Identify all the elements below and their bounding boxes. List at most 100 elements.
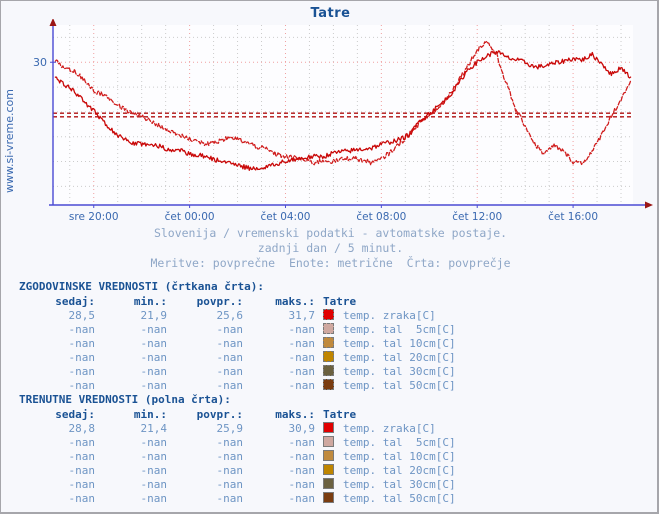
cell-min: -nan — [140, 337, 168, 350]
column-header-povpr: povpr.: — [196, 407, 243, 421]
column-header-maks: maks.: — [275, 407, 315, 421]
series-color-icon — [322, 464, 334, 475]
temperature-line-chart: 30 sre 20:00 čet 00:00 čet 04:00 čet 08:00 č… — [33, 19, 653, 223]
cell-povpr: 25,6 — [216, 309, 244, 322]
cell-min: 21,9 — [140, 309, 168, 322]
cell-min: -nan — [140, 464, 168, 477]
legend-swatch — [315, 464, 341, 478]
cell-povpr: -nan — [216, 337, 244, 350]
cell-sedaj: 28,5 — [68, 309, 96, 322]
table-row: 28,8 21,4 25,9 30,9 temp. zraka[C] — [19, 422, 523, 436]
legend-label: temp. tal 30cm[C] — [343, 365, 456, 378]
column-header-min: min.: — [133, 407, 167, 421]
table-row: -nan -nan -nan -nan temp. tal 50cm[C] — [19, 379, 523, 393]
legend-label: temp. tal 5cm[C] — [343, 436, 456, 449]
caption-line-2: zadnji dan / 5 minut. — [257, 241, 404, 255]
x-tick-label: čet 16:00 — [548, 211, 598, 223]
x-tick-label: čet 00:00 — [165, 211, 215, 223]
table-header-row: sedaj: min.: povpr.: maks.: Tatre — [19, 294, 523, 309]
legend-swatch — [315, 323, 341, 337]
cell-sedaj: -nan — [68, 323, 96, 336]
cell-min: -nan — [140, 436, 168, 449]
legend-label: temp. tal 20cm[C] — [343, 351, 456, 364]
cell-povpr: -nan — [216, 351, 244, 364]
cell-maks: -nan — [288, 337, 316, 350]
cell-povpr: -nan — [216, 323, 244, 336]
legend-label: temp. tal 50cm[C] — [343, 492, 456, 505]
cell-sedaj: -nan — [68, 464, 96, 477]
cell-povpr: -nan — [216, 478, 244, 491]
legend-label: temp. tal 50cm[C] — [343, 379, 456, 392]
column-header-sedaj: sedaj: — [55, 407, 95, 421]
cell-min: -nan — [140, 365, 168, 378]
cell-povpr: -nan — [216, 464, 244, 477]
table-row: -nan -nan -nan -nan temp. tal 50cm[C] — [19, 492, 523, 506]
series-color-icon — [322, 450, 334, 461]
x-axis-tick-labels: sre 20:00 čet 00:00 čet 04:00 čet 08:00 čet … — [69, 211, 598, 223]
current-values-table: sedaj: min.: povpr.: maks.: Tatre 28,8 21… — [19, 407, 523, 506]
table-row: -nan -nan -nan -nan temp. tal 20cm[C] — [19, 464, 523, 478]
legend-swatch — [315, 478, 341, 492]
cell-maks: -nan — [288, 436, 316, 449]
table-row: -nan -nan -nan -nan temp. tal 30cm[C] — [19, 365, 523, 379]
cell-sedaj: -nan — [68, 450, 96, 463]
table-row: -nan -nan -nan -nan temp. tal 5cm[C] — [19, 436, 523, 450]
cell-maks: -nan — [288, 365, 316, 378]
legend-swatch — [315, 351, 341, 365]
cell-povpr: -nan — [216, 492, 244, 505]
cell-maks: -nan — [288, 323, 316, 336]
table-row: -nan -nan -nan -nan temp. tal 20cm[C] — [19, 351, 523, 365]
historical-values-heading: ZGODOVINSKE VREDNOSTI (črtkana črta): — [19, 280, 265, 293]
cell-min: -nan — [140, 379, 168, 392]
table-row: -nan -nan -nan -nan temp. tal 10cm[C] — [19, 337, 523, 351]
cell-min: -nan — [140, 351, 168, 364]
y-axis-tick-labels: 30 — [33, 56, 47, 69]
series-color-icon — [322, 478, 334, 489]
series-color-icon — [322, 436, 334, 447]
chart-caption: Slovenija / vremenski podatki - avtomats… — [1, 226, 657, 271]
series-color-icon — [322, 337, 334, 348]
column-header-sedaj: sedaj: — [55, 294, 95, 308]
column-header-povpr: povpr.: — [196, 294, 243, 308]
chart-plot-area: 30 sre 20:00 čet 00:00 čet 04:00 čet 08:00 č… — [1, 19, 657, 224]
cell-povpr: -nan — [216, 379, 244, 392]
screenshot-root: Tatre www.si-vreme.com 30 sre 20:00 čet 0… — [0, 0, 659, 514]
cell-sedaj: -nan — [68, 365, 96, 378]
cell-maks: -nan — [288, 492, 316, 505]
cell-min: -nan — [140, 323, 168, 336]
current-values-block: TRENUTNE VREDNOSTI (polna črta): sedaj: … — [19, 393, 639, 506]
legend-swatch — [315, 436, 341, 450]
cell-povpr: 25,9 — [216, 422, 244, 435]
table-row: -nan -nan -nan -nan temp. tal 10cm[C] — [19, 450, 523, 464]
historical-table-body: 28,5 21,9 25,6 31,7 temp. zraka[C] -nan -nan -n… — [19, 309, 523, 393]
column-header-min: min.: — [133, 294, 167, 308]
cell-maks: 31,7 — [288, 309, 316, 322]
legend-label: temp. tal 5cm[C] — [343, 323, 456, 336]
table-row: 28,5 21,9 25,6 31,7 temp. zraka[C] — [19, 309, 523, 323]
legend-swatch — [315, 450, 341, 464]
legend-swatch — [315, 365, 341, 379]
table-row: -nan -nan -nan -nan temp. tal 5cm[C] — [19, 323, 523, 337]
x-tick-label: čet 04:00 — [261, 211, 311, 223]
cell-sedaj: -nan — [68, 379, 96, 392]
cell-povpr: -nan — [216, 365, 244, 378]
legend-label: temp. zraka[C] — [343, 422, 436, 435]
cell-sedaj: -nan — [68, 337, 96, 350]
legend-swatch — [315, 492, 341, 506]
legend-label: temp. tal 20cm[C] — [343, 464, 456, 477]
cell-maks: -nan — [288, 450, 316, 463]
cell-min: -nan — [140, 478, 168, 491]
cell-sedaj: -nan — [68, 436, 96, 449]
legend-swatch — [315, 422, 341, 436]
cell-maks: -nan — [288, 379, 316, 392]
cell-min: -nan — [140, 450, 168, 463]
legend-swatch — [315, 379, 341, 393]
cell-maks: -nan — [288, 351, 316, 364]
current-values-heading: TRENUTNE VREDNOSTI (polna črta): — [19, 393, 231, 406]
legend-label: temp. tal 10cm[C] — [343, 450, 456, 463]
cell-maks: 30,9 — [288, 422, 316, 435]
series-color-icon — [322, 309, 334, 320]
historical-values-block: ZGODOVINSKE VREDNOSTI (črtkana črta): se… — [19, 280, 639, 393]
cell-maks: -nan — [288, 478, 316, 491]
series-color-icon — [322, 323, 334, 334]
